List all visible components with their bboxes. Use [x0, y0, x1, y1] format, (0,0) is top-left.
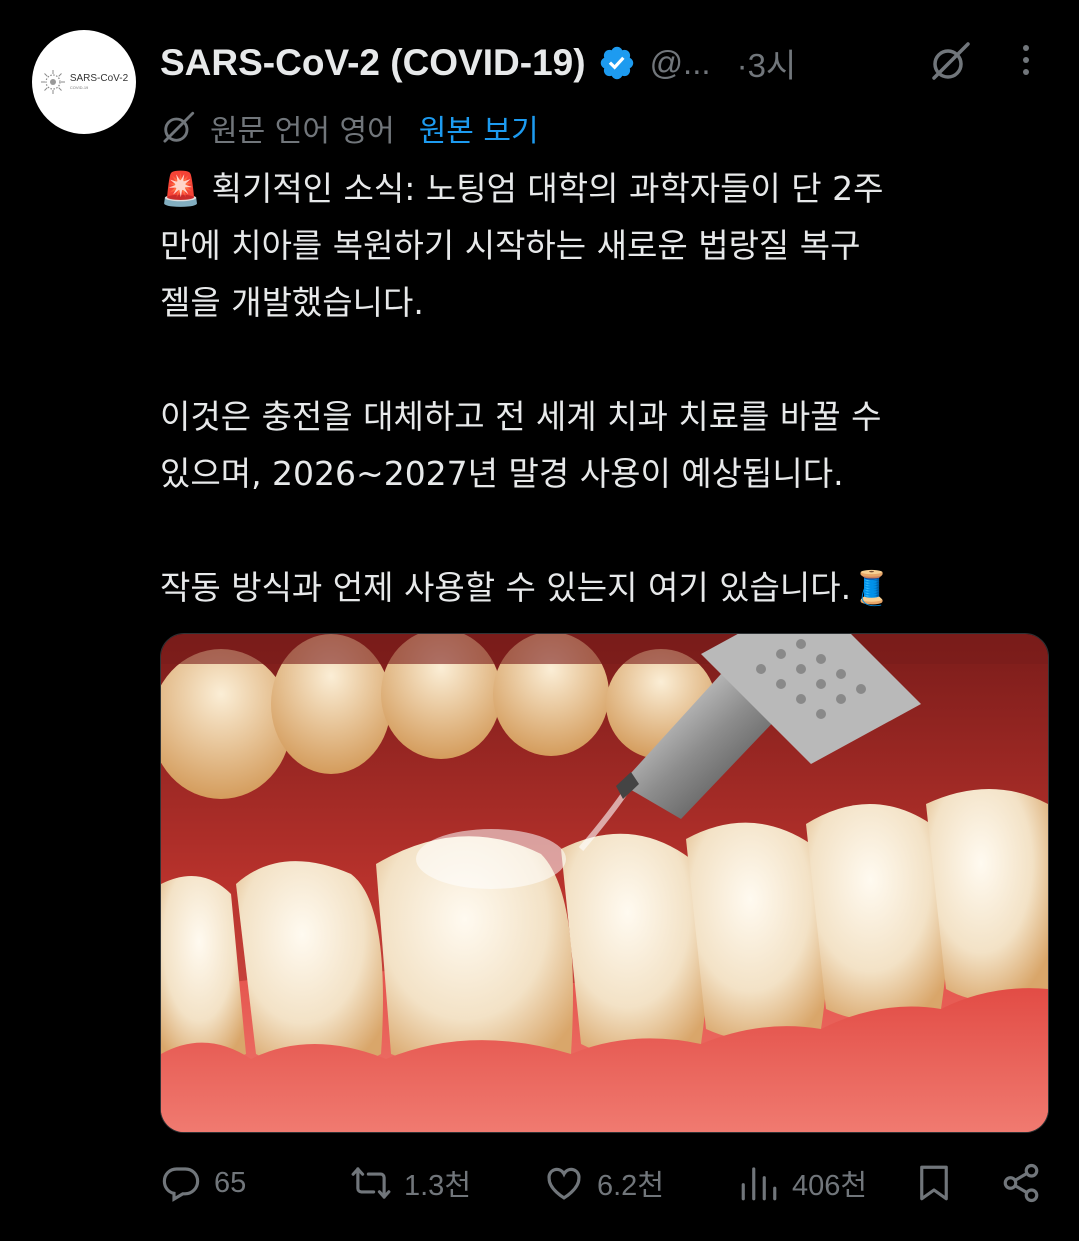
translation-row: 원문 언어 영어 원본 보기: [160, 106, 539, 150]
repost-button[interactable]: 1.3천: [350, 1162, 471, 1204]
reply-button[interactable]: 65: [160, 1162, 246, 1204]
text-line: 이것은 충전을 대체하고 전 세계 치과 치료를 바꿀 수: [160, 397, 882, 436]
views-button[interactable]: 406천: [738, 1162, 867, 1204]
author-handle[interactable]: @...: [650, 44, 711, 82]
reply-count: 65: [214, 1166, 247, 1199]
text-line: 작동 방식과 언제 사용할 수 있는지 여기 있습니다.: [160, 568, 852, 607]
paragraph-1: 🚨 획기적인 소식: 노팅엄 대학의 과학자들이 단 2주 만에 치아를 복원하…: [160, 160, 1040, 331]
share-icon: [1003, 1163, 1039, 1203]
virus-icon: [40, 70, 65, 94]
text-line: 획기적인 소식: 노팅엄 대학의 과학자들이 단 2주: [211, 169, 884, 208]
repost-count: 1.3천: [404, 1170, 471, 1202]
show-original-link[interactable]: 원본 보기: [419, 106, 539, 150]
like-button[interactable]: 6.2천: [543, 1162, 664, 1204]
paragraph-3: 작동 방식과 언제 사용할 수 있는지 여기 있습니다.🧵: [160, 559, 1040, 616]
like-icon: [547, 1167, 581, 1200]
author-name[interactable]: SARS-CoV-2 (COVID-19): [160, 42, 586, 84]
avatar-logo: SARS-CoV-2 COVID-19: [40, 69, 128, 95]
text-line: 있으며, 2026~2027년 말경 사용이 예상됩니다.: [160, 454, 844, 493]
views-count: 406천: [792, 1170, 868, 1202]
repost-icon: [351, 1167, 391, 1199]
views-icon: [741, 1167, 777, 1201]
avatar[interactable]: SARS-CoV-2 COVID-19: [32, 30, 136, 134]
tweet-image[interactable]: [160, 633, 1049, 1133]
siren-emoji: 🚨: [160, 169, 202, 208]
original-language-label: 원문 언어 영어: [210, 114, 395, 149]
thread-emoji: 🧵: [851, 568, 893, 607]
grok-icon[interactable]: [928, 40, 972, 84]
avatar-sublabel: COVID-19: [69, 85, 89, 90]
tweet-header: SARS-CoV-2 (COVID-19) @... ·3시: [160, 38, 1049, 88]
share-button[interactable]: [1000, 1162, 1042, 1204]
text-line: 젤을 개발했습니다.: [160, 283, 424, 322]
paragraph-2: 이것은 충전을 대체하고 전 세계 치과 치료를 바꿀 수 있으며, 2026~…: [160, 388, 1040, 502]
timestamp[interactable]: ·3시: [737, 39, 797, 87]
translate-icon: [163, 111, 195, 143]
text-line: 만에 치아를 복원하기 시작하는 새로운 법랑질 복구: [160, 226, 861, 265]
action-bar: 65 1.3천 6.2천 406천: [0, 1150, 1079, 1220]
bookmark-button[interactable]: [913, 1162, 955, 1204]
bookmark-icon: [920, 1165, 948, 1201]
reply-icon: [162, 1167, 200, 1202]
more-icon[interactable]: [1016, 42, 1036, 82]
verified-badge-icon: [600, 46, 633, 80]
avatar-label: SARS-CoV-2: [69, 73, 129, 84]
tweet-text: 🚨 획기적인 소식: 노팅엄 대학의 과학자들이 단 2주 만에 치아를 복원하…: [160, 160, 1040, 616]
like-count: 6.2천: [597, 1170, 664, 1202]
teeth-illustration: [161, 634, 1048, 1132]
